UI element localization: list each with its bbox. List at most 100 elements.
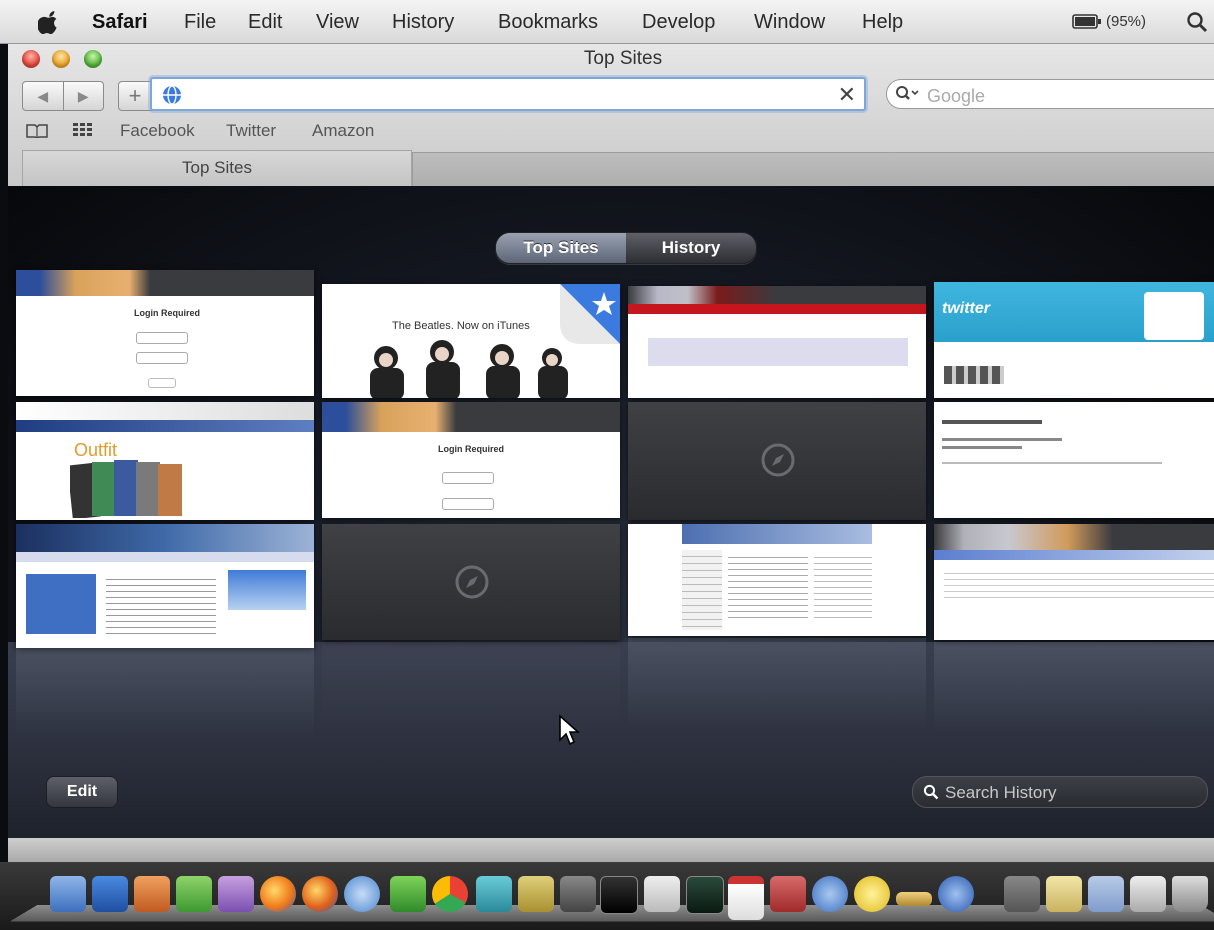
google-search-field[interactable] [886, 79, 1214, 109]
search-icon [923, 784, 939, 800]
site-thumbnail-apple-beatles[interactable]: The Beatles. Now on iTunes [322, 284, 620, 398]
entourage-dock-icon[interactable] [218, 876, 254, 912]
menu-safari[interactable]: Safari [92, 11, 148, 34]
site-thumbnail-empty[interactable] [628, 402, 926, 520]
bookmark-amazon[interactable]: Amazon [312, 121, 374, 141]
add-bookmark-button[interactable]: + [118, 81, 152, 111]
google-search-input[interactable] [925, 84, 1209, 108]
top-sites-button[interactable]: Top Sites [496, 233, 626, 263]
network-dock-icon[interactable] [476, 876, 512, 912]
bookmark-twitter[interactable]: Twitter [226, 121, 276, 141]
menu-view[interactable]: View [316, 11, 359, 34]
menu-bar: Safari File Edit View History Bookmarks … [0, 0, 1214, 44]
finder-dock-icon[interactable] [50, 876, 86, 912]
excel-dock-icon[interactable] [176, 876, 212, 912]
tile-sidebar [682, 550, 722, 630]
safari-dock-icon[interactable] [344, 876, 380, 912]
tile-header [16, 270, 314, 296]
tile-login-title: Login Required [438, 444, 504, 454]
app-dock-icon[interactable] [390, 876, 426, 912]
menu-file[interactable]: File [184, 11, 216, 34]
tile-article [728, 552, 808, 622]
tile-field [136, 352, 188, 364]
cisco-dock-icon[interactable] [728, 876, 764, 920]
tile-nav [934, 550, 1214, 560]
site-thumbnail-text-page[interactable] [934, 402, 1214, 518]
preview-dock-icon[interactable] [644, 876, 680, 912]
app-store-dock-icon[interactable] [938, 876, 974, 912]
site-thumbnail-login[interactable]: Login Required [16, 270, 314, 396]
tab-top-sites[interactable]: Top Sites [22, 150, 412, 186]
help-dock-icon[interactable] [1004, 876, 1040, 912]
site-thumbnail-login-2[interactable]: Login Required [322, 402, 620, 518]
tile-photo [228, 570, 306, 610]
tile-header [322, 402, 620, 432]
tile-header [934, 524, 1214, 550]
tile-login-box [1144, 292, 1204, 340]
powerpoint-dock-icon[interactable] [134, 876, 170, 912]
pinned-star-icon[interactable] [560, 284, 620, 344]
terminal-dock-icon[interactable] [600, 876, 638, 914]
spotlight-icon[interactable] [1186, 11, 1208, 33]
chrome-dock-icon[interactable] [432, 876, 468, 912]
top-sites-grid-icon[interactable] [72, 122, 94, 138]
clear-icon[interactable]: ✕ [838, 82, 856, 108]
view-switcher: Top Sites History [495, 232, 757, 264]
tile-nav [16, 420, 314, 432]
apple-icon[interactable] [38, 10, 60, 34]
dock [0, 862, 1214, 930]
folder-dock-icon[interactable] [1088, 876, 1124, 912]
trash-dock-icon[interactable] [1172, 876, 1208, 912]
bookmark-facebook[interactable]: Facebook [120, 121, 195, 141]
word-dock-icon[interactable] [92, 876, 128, 912]
address-bar[interactable]: ✕ [150, 77, 866, 111]
window-bottom-bar [8, 838, 1214, 862]
site-thumbnail-twitter[interactable]: twitter [934, 282, 1214, 398]
tile-content [648, 338, 908, 366]
keychain-dock-icon[interactable] [560, 876, 596, 912]
search-icon[interactable] [895, 85, 921, 103]
tile-header [628, 286, 926, 304]
site-thumbnail-school[interactable] [16, 524, 314, 648]
window-toolbar: Top Sites ◀ ▶ + ✕ Facebook Twitter [8, 44, 1214, 187]
site-thumbnail-kindle[interactable]: Outfit [16, 402, 314, 520]
firefox-dock-icon[interactable] [260, 876, 296, 912]
menu-develop[interactable]: Develop [642, 11, 715, 34]
site-thumbnail-blog[interactable] [934, 524, 1214, 640]
key-dock-icon[interactable] [896, 892, 932, 906]
downloads-dock-icon[interactable] [1130, 876, 1166, 912]
back-button[interactable]: ◀ [23, 82, 63, 110]
tile-field [442, 472, 494, 484]
utility-dock-icon[interactable] [518, 876, 554, 912]
activity-monitor-dock-icon[interactable] [686, 876, 724, 914]
app-dock-icon-2[interactable] [770, 876, 806, 912]
search-history-input[interactable] [943, 780, 1197, 806]
twitter-logo: twitter [942, 300, 990, 317]
history-button[interactable]: History [626, 233, 756, 263]
menu-help[interactable]: Help [862, 11, 903, 34]
menu-edit[interactable]: Edit [248, 11, 282, 34]
firefox-alt-dock-icon[interactable] [302, 876, 338, 912]
reading-list-icon[interactable] [26, 124, 48, 138]
site-thumbnail-empty-2[interactable] [322, 524, 620, 640]
documents-dock-icon[interactable] [1046, 876, 1082, 912]
mouse-cursor-icon [559, 714, 581, 746]
battery-icon[interactable] [1072, 14, 1102, 29]
chat-dock-icon[interactable] [854, 876, 890, 912]
search-history-field[interactable] [912, 776, 1208, 808]
menu-history[interactable]: History [392, 11, 454, 34]
forward-button[interactable]: ▶ [62, 82, 104, 110]
tile-content [944, 568, 1214, 598]
menu-bookmarks[interactable]: Bookmarks [498, 11, 598, 34]
address-input[interactable] [188, 83, 832, 109]
site-thumbnail-red-news[interactable] [628, 286, 926, 398]
tab-bar-empty [412, 152, 1214, 187]
itunes-dock-icon[interactable] [812, 876, 848, 912]
menu-window[interactable]: Window [754, 11, 825, 34]
site-thumbnail-portal[interactable] [628, 524, 926, 636]
tile-reflection [934, 642, 1214, 732]
compass-icon [455, 565, 489, 599]
tile-text-line [942, 438, 1062, 441]
edit-button[interactable]: Edit [46, 776, 118, 808]
tile-nav [628, 304, 926, 314]
